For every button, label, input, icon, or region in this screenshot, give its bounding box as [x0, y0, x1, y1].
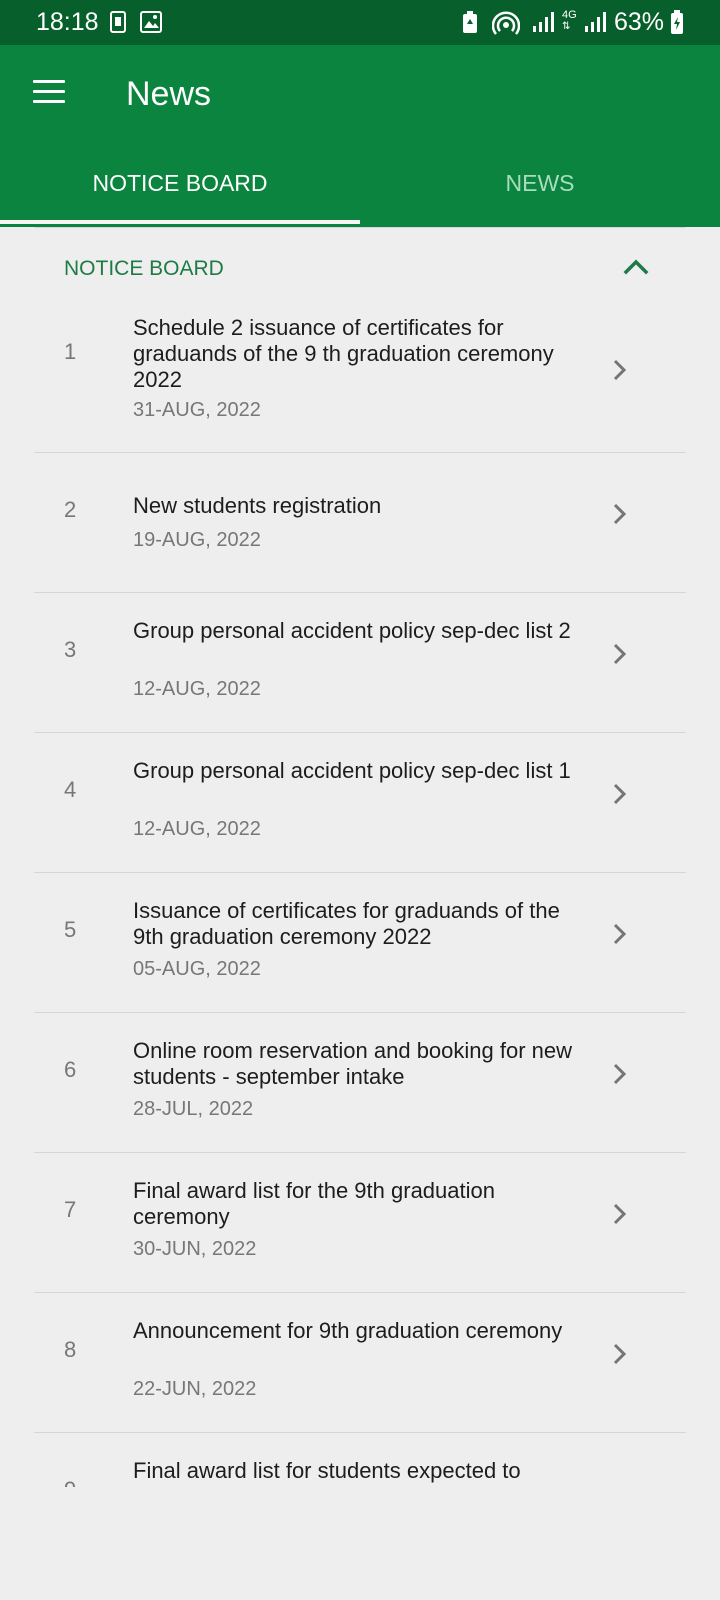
page-title: News: [126, 75, 212, 113]
item-number: 9: [64, 1477, 76, 1487]
chevron-right-icon: [613, 923, 627, 945]
app-bar: News NOTICE BOARD NEWS: [0, 45, 720, 227]
tab-label: NOTICE BOARD: [92, 170, 268, 196]
network-type-label: 4G: [562, 9, 577, 21]
list-item[interactable]: 1 Schedule 2 issuance of certificates fo…: [34, 305, 686, 453]
status-bar: 18:18 4G ⇅ 63%: [0, 0, 720, 45]
list-item[interactable]: 2 New students registration 19-AUG, 2022: [34, 453, 686, 593]
battery-saver-icon: [462, 11, 478, 38]
sim-card-icon: [110, 11, 126, 38]
tab-news[interactable]: NEWS: [360, 170, 720, 227]
item-title: Group personal accident policy sep-dec l…: [133, 618, 571, 643]
item-title: Final award list for students expected t…: [133, 1458, 521, 1487]
item-title: New students registration: [133, 493, 382, 518]
chevron-right-icon: [613, 1343, 627, 1365]
notice-list-container[interactable]: NOTICE BOARD 1 Schedule 2 issuance of ce…: [0, 227, 720, 1487]
item-number: 8: [64, 1337, 77, 1362]
chevron-up-icon: [623, 259, 649, 275]
image-icon: [140, 11, 162, 38]
item-title: Issuance of certificates for graduands o…: [133, 898, 560, 949]
menu-button[interactable]: [24, 67, 74, 117]
tab-indicator: [0, 220, 360, 224]
chevron-right-icon: [613, 503, 627, 525]
item-date: 28-JUL, 2022: [133, 1098, 254, 1120]
battery-percent: 63%: [614, 8, 665, 36]
chevron-right-icon: [613, 1063, 627, 1085]
hotspot-icon: [491, 11, 521, 40]
item-title: Schedule 2 issuance of certificates for …: [133, 315, 554, 392]
section-title: NOTICE BOARD: [64, 257, 224, 280]
battery-charging-icon: [670, 10, 684, 39]
list-item[interactable]: 6 Online room reservation and booking fo…: [34, 1013, 686, 1153]
menu-icon-line: [33, 90, 65, 93]
list-item[interactable]: 3 Group personal accident policy sep-dec…: [34, 593, 686, 733]
list-item[interactable]: 5 Issuance of certificates for graduands…: [34, 873, 686, 1013]
collapse-button[interactable]: [618, 249, 654, 285]
menu-icon-line: [33, 100, 65, 103]
item-date: 31-AUG, 2022: [133, 399, 261, 421]
item-number: 7: [64, 1197, 77, 1222]
divider: [34, 227, 686, 228]
list-item[interactable]: 7 Final award list for the 9th graduatio…: [34, 1153, 686, 1293]
item-date: 12-AUG, 2022: [133, 678, 261, 700]
item-date: 12-AUG, 2022: [133, 818, 261, 840]
item-title: Online room reservation and booking for …: [133, 1038, 573, 1089]
chevron-right-icon: [613, 1203, 627, 1225]
network-type-icon: 4G ⇅: [562, 9, 577, 33]
item-date: 22-JUN, 2022: [133, 1378, 257, 1400]
item-number: 4: [64, 777, 77, 802]
item-date: 30-JUN, 2022: [133, 1238, 257, 1260]
item-date: 19-AUG, 2022: [133, 529, 261, 551]
menu-icon-line: [33, 80, 65, 83]
item-number: 1: [64, 339, 77, 364]
item-number: 2: [64, 497, 77, 522]
tab-label: NEWS: [505, 170, 575, 196]
signal-icon-2: [584, 11, 606, 38]
item-title: Announcement for 9th graduation ceremony: [133, 1318, 563, 1343]
chevron-right-icon: [613, 643, 627, 665]
list-item[interactable]: 4 Group personal accident policy sep-dec…: [34, 733, 686, 873]
item-number: 5: [64, 917, 77, 942]
item-title: Final award list for the 9th graduation …: [133, 1178, 495, 1229]
list-item[interactable]: 8 Announcement for 9th graduation ceremo…: [34, 1293, 686, 1433]
tab-notice-board[interactable]: NOTICE BOARD: [0, 170, 360, 227]
item-title: Group personal accident policy sep-dec l…: [133, 758, 571, 783]
item-number: 3: [64, 637, 77, 662]
item-date: 05-AUG, 2022: [133, 958, 261, 980]
item-number: 6: [64, 1057, 77, 1082]
chevron-right-icon: [613, 359, 627, 381]
signal-icon: [532, 11, 554, 38]
chevron-right-icon: [613, 783, 627, 805]
status-time: 18:18: [36, 8, 99, 36]
list-item[interactable]: 9 Final award list for students expected…: [34, 1433, 686, 1487]
